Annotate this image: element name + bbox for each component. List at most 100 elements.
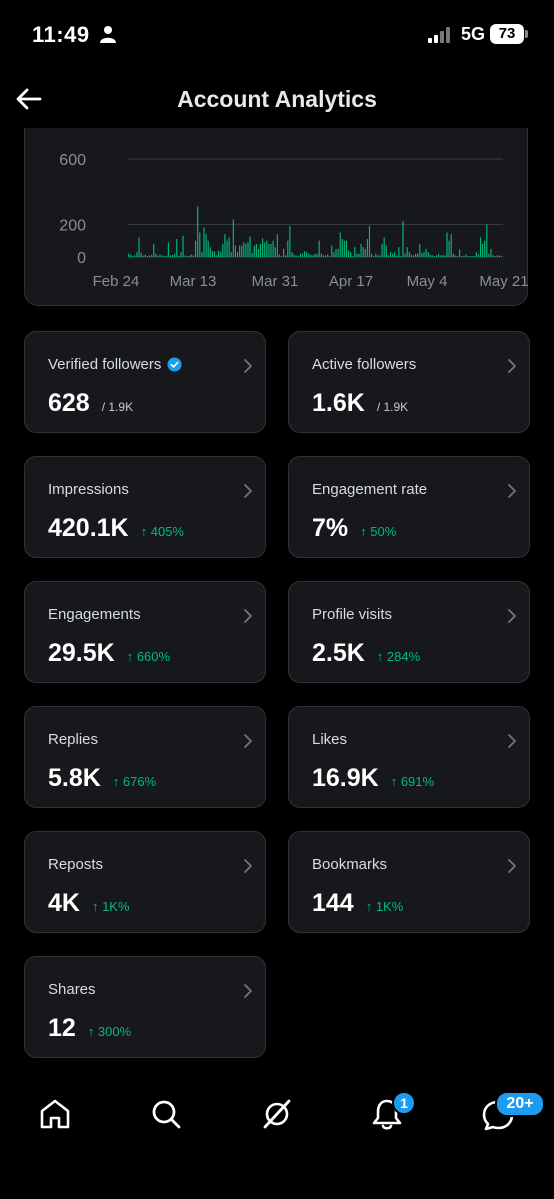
chart-bar bbox=[245, 243, 247, 257]
chart-bar bbox=[199, 232, 201, 257]
chart-bar bbox=[306, 252, 308, 257]
card-label: Reposts bbox=[48, 856, 103, 873]
card-value: 144 bbox=[312, 889, 354, 917]
stat-card[interactable]: Engagements 29.5K ↑ 660% bbox=[24, 581, 266, 683]
bottom-tab-bar: 1 20+ bbox=[0, 1080, 554, 1150]
chevron-right-icon bbox=[244, 734, 252, 748]
grok-icon[interactable] bbox=[257, 1094, 297, 1134]
card-value: 29.5K bbox=[48, 639, 115, 667]
chart-bar bbox=[471, 256, 473, 257]
chart-bar bbox=[333, 252, 335, 257]
chart-card: 600 200 0 Feb 24 Mar 13 Mar 31 Apr 17 May 4 May … bbox=[24, 128, 529, 306]
chart-bar bbox=[295, 255, 297, 257]
card-value-total: / 1.9K bbox=[101, 400, 134, 414]
card-value: 12 bbox=[48, 1014, 76, 1042]
stat-card[interactable]: Reposts 4K ↑ 1K% bbox=[24, 831, 266, 933]
stat-card[interactable]: Verified followers 628 / 1.9K bbox=[24, 331, 266, 433]
card-label: Bookmarks bbox=[312, 856, 387, 873]
chart-bar bbox=[490, 248, 492, 257]
card-label: Replies bbox=[48, 731, 98, 748]
chart-bar bbox=[496, 255, 498, 257]
chart-bar bbox=[431, 255, 433, 257]
card-value-row: 1.6K / 1.9K bbox=[312, 389, 408, 418]
card-label-text: Shares bbox=[48, 981, 96, 998]
chart-bar bbox=[201, 252, 203, 257]
stat-card[interactable]: Bookmarks 144 ↑ 1K% bbox=[288, 831, 530, 933]
chevron-right-icon bbox=[508, 484, 516, 498]
x-tick-label: Apr 17 bbox=[329, 273, 373, 290]
card-value: 16.9K bbox=[312, 764, 379, 792]
header: Account Analytics bbox=[0, 70, 554, 128]
chart-bar bbox=[402, 221, 404, 257]
chart-bar bbox=[159, 254, 161, 257]
battery-level: 73 bbox=[490, 24, 524, 44]
chart-bar bbox=[387, 255, 389, 257]
messages-badge: 20+ bbox=[495, 1091, 545, 1117]
chart-bar bbox=[335, 248, 337, 257]
card-label-text: Active followers bbox=[312, 356, 417, 373]
chart-bar bbox=[174, 253, 176, 257]
chart-bar bbox=[469, 256, 471, 257]
chart-bar bbox=[347, 250, 350, 257]
chart-bar bbox=[213, 251, 216, 257]
page-title: Account Analytics bbox=[177, 86, 377, 112]
chevron-right-icon bbox=[244, 609, 252, 623]
chart-bar bbox=[132, 256, 134, 257]
stat-card[interactable]: Impressions 420.1K ↑ 405% bbox=[24, 456, 266, 558]
stat-card[interactable]: Replies 5.8K ↑ 676% bbox=[24, 706, 266, 808]
chart-bar bbox=[205, 234, 207, 257]
chart-bar bbox=[473, 256, 475, 257]
card-value-row: 4K ↑ 1K% bbox=[48, 889, 130, 918]
card-label-text: Bookmarks bbox=[312, 856, 388, 873]
battery-icon bbox=[525, 30, 528, 38]
search-icon[interactable] bbox=[146, 1094, 186, 1134]
card-value-row: 29.5K ↑ 660% bbox=[48, 639, 170, 668]
stat-card[interactable]: Likes 16.9K ↑ 691% bbox=[288, 706, 530, 808]
chart-bar bbox=[161, 255, 163, 257]
card-label: Shares bbox=[48, 981, 96, 998]
chart-bar bbox=[138, 237, 140, 257]
chevron-right-icon bbox=[508, 859, 516, 873]
chart-bar bbox=[498, 255, 500, 257]
stat-card[interactable]: Engagement rate 7% ↑ 50% bbox=[288, 456, 530, 558]
chart-bar bbox=[423, 252, 425, 257]
chart-bar bbox=[155, 253, 157, 257]
chart-bar bbox=[308, 253, 310, 257]
chart-bar bbox=[339, 232, 341, 257]
chart-bar bbox=[385, 245, 387, 257]
chart-bar bbox=[136, 252, 138, 257]
card-label: Profile visits bbox=[312, 606, 392, 623]
chart-bar bbox=[230, 252, 232, 257]
stat-card[interactable]: Profile visits 2.5K ↑ 284% bbox=[288, 581, 530, 683]
chart-bar bbox=[318, 240, 320, 257]
chart-bar bbox=[366, 239, 368, 257]
verified-badge-icon bbox=[167, 357, 182, 372]
stat-card[interactable]: Active followers 1.6K / 1.9K bbox=[288, 331, 530, 433]
card-value: 4K bbox=[48, 889, 80, 917]
chart-bar bbox=[222, 243, 224, 257]
chart-bar bbox=[442, 255, 444, 257]
y-tick-label: 600 bbox=[59, 152, 86, 169]
card-change: ↑ 691% bbox=[390, 774, 435, 789]
chart-bar bbox=[283, 248, 285, 257]
chart-bar bbox=[182, 235, 184, 257]
chart-bar bbox=[327, 254, 329, 257]
chart-bar bbox=[280, 256, 283, 257]
chart-bar bbox=[243, 242, 245, 257]
chart-bar bbox=[477, 254, 480, 257]
chart-bar bbox=[241, 245, 243, 257]
chart-bar bbox=[322, 255, 324, 257]
chart-bar bbox=[255, 243, 257, 257]
chart-bar bbox=[425, 248, 427, 257]
chart-bar bbox=[331, 245, 333, 257]
chart-bar bbox=[180, 252, 182, 257]
chart-bar bbox=[433, 256, 436, 257]
chart-bar bbox=[316, 253, 318, 257]
chart-bar bbox=[343, 240, 345, 257]
chart-bar bbox=[247, 242, 249, 257]
chart-bar bbox=[165, 255, 167, 257]
card-label-text: Engagements bbox=[48, 606, 141, 623]
chart-bar bbox=[419, 243, 421, 257]
home-icon[interactable] bbox=[35, 1094, 75, 1134]
stat-card[interactable]: Shares 12 ↑ 300% bbox=[24, 956, 266, 1058]
